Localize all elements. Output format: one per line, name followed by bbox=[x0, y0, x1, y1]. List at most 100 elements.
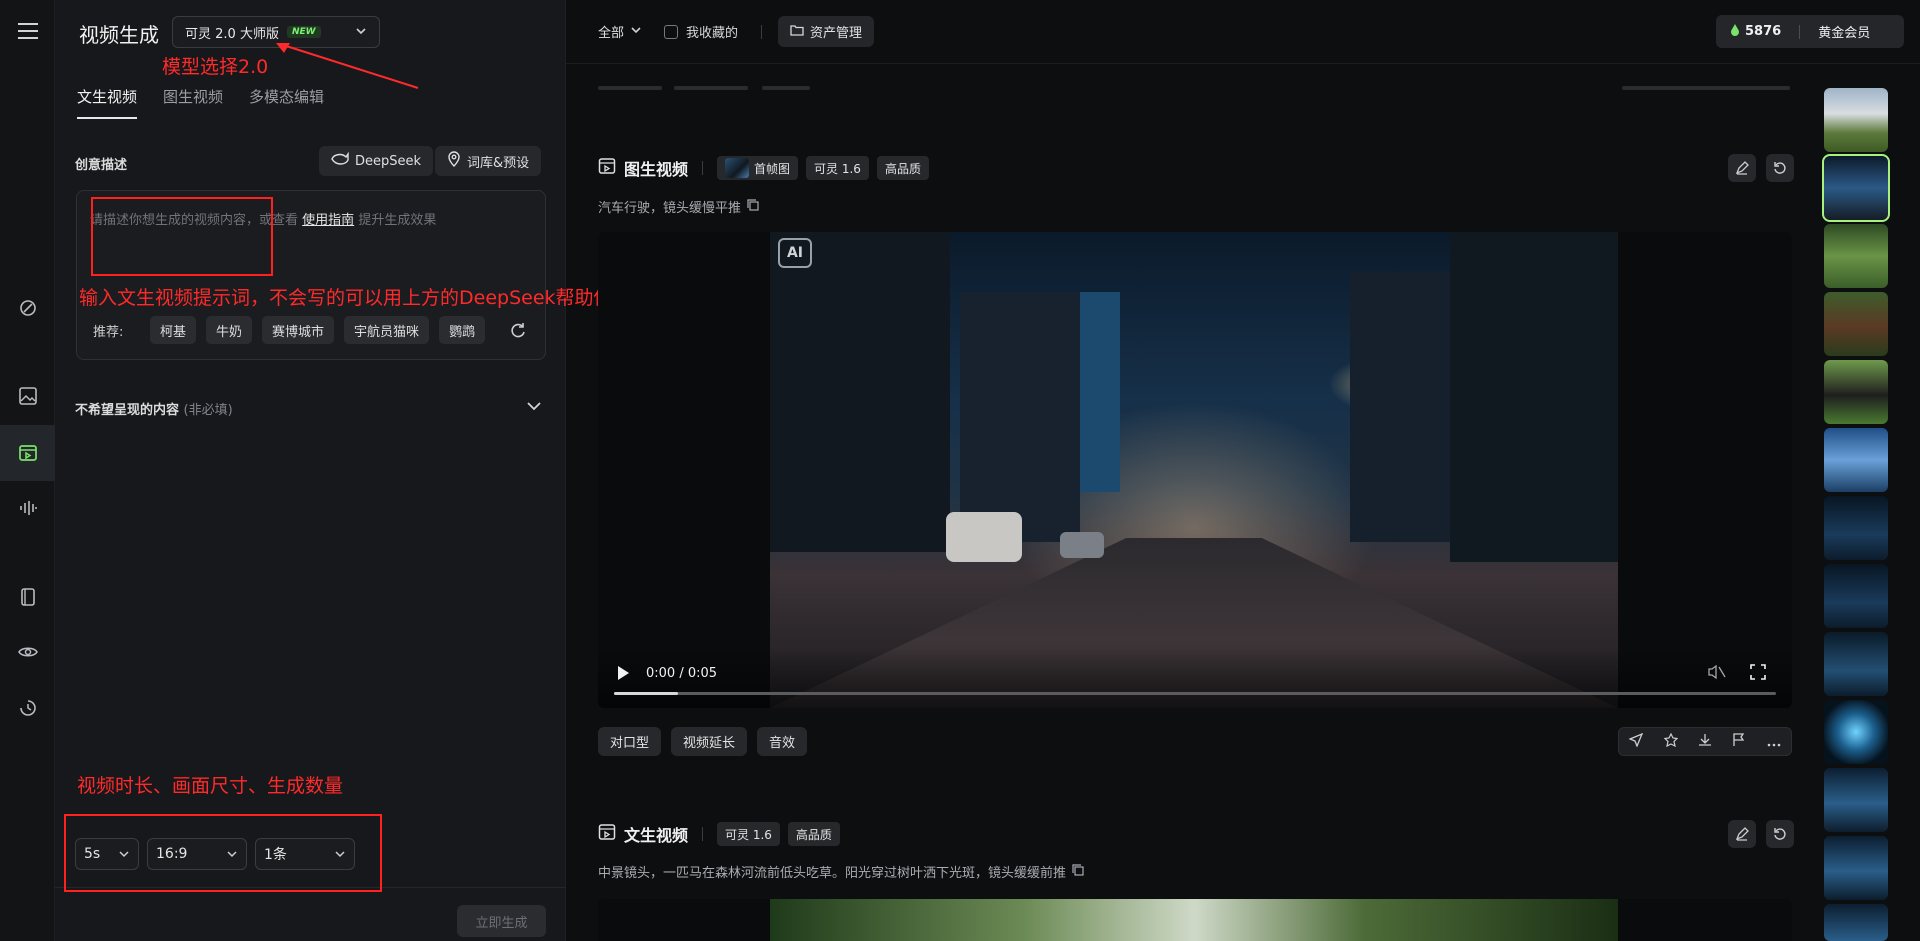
mute-icon[interactable] bbox=[1708, 664, 1726, 684]
building-right bbox=[1350, 272, 1450, 542]
video-player[interactable]: AI 0:00 / 0:05 bbox=[598, 232, 1792, 708]
tab-image-to-video[interactable]: 图生视频 bbox=[163, 86, 223, 119]
image-icon[interactable] bbox=[14, 382, 42, 410]
copy-icon[interactable] bbox=[747, 198, 759, 215]
annotation-model: 模型选择2.0 bbox=[162, 56, 269, 78]
history-thumbnail[interactable] bbox=[1824, 836, 1888, 900]
tag-quality: 高品质 bbox=[876, 156, 929, 180]
card-description: 中景镜头，一匹马在森林河流前低头吃草。阳光穿过树叶洒下光斑，镜头缓缓前推 bbox=[598, 862, 1084, 881]
left-rail bbox=[0, 0, 55, 941]
card-actions bbox=[1728, 820, 1794, 848]
building-right bbox=[1450, 232, 1618, 562]
drop-icon bbox=[1730, 23, 1740, 40]
negative-label: 不希望呈现的内容 bbox=[75, 403, 180, 418]
flag-icon[interactable] bbox=[1732, 732, 1746, 751]
annotation-box-prompt bbox=[91, 197, 273, 276]
tag-quality: 高品质 bbox=[787, 822, 840, 846]
tag-model: 可灵 1.6 bbox=[717, 822, 780, 846]
video-extend-button[interactable]: 视频延长 bbox=[671, 727, 748, 756]
send-icon[interactable] bbox=[1628, 732, 1644, 751]
video-player[interactable] bbox=[598, 899, 1792, 941]
card-title: 图生视频 bbox=[624, 160, 689, 179]
scroll-stub bbox=[762, 86, 810, 90]
scroll-stub bbox=[1622, 86, 1790, 90]
model-select-value: 可灵 2.0 大师版 bbox=[185, 26, 279, 42]
history-thumbnail[interactable] bbox=[1824, 700, 1888, 764]
video-tools bbox=[1618, 727, 1792, 756]
history-thumbnail[interactable] bbox=[1822, 154, 1890, 222]
history-thumbnail[interactable] bbox=[1824, 496, 1888, 560]
history-thumbnail[interactable] bbox=[1824, 428, 1888, 492]
book-icon[interactable] bbox=[14, 583, 42, 611]
fullscreen-icon[interactable] bbox=[1750, 664, 1766, 684]
recommend-chip[interactable]: 鹦鹉 bbox=[439, 316, 486, 344]
history-thumbnail[interactable] bbox=[1824, 360, 1888, 424]
sound-effect-button[interactable]: 音效 bbox=[757, 727, 808, 756]
edit-icon[interactable] bbox=[1728, 154, 1756, 182]
star-icon[interactable] bbox=[1663, 732, 1678, 751]
more-icon[interactable] bbox=[1767, 732, 1781, 751]
car bbox=[946, 512, 1022, 562]
description-text: 中景镜头，一匹马在森林河流前低头吃草。阳光穿过树叶洒下光斑，镜头缓缓前推 bbox=[598, 866, 1067, 881]
progress-fill bbox=[614, 692, 678, 695]
chevron-down-icon bbox=[630, 24, 642, 40]
scroll-stub bbox=[598, 86, 662, 90]
account-status[interactable]: 5876 黄金会员 bbox=[1716, 15, 1904, 48]
whale-icon bbox=[331, 151, 349, 170]
points-display: 5876 bbox=[1730, 23, 1781, 40]
recommend-chip[interactable]: 柯基 bbox=[150, 316, 197, 344]
menu-icon[interactable] bbox=[14, 17, 42, 45]
divider bbox=[761, 25, 762, 39]
asset-management-button[interactable]: 资产管理 bbox=[778, 16, 875, 47]
location-pin-icon bbox=[447, 151, 461, 171]
video-frame bbox=[770, 899, 1618, 941]
history-thumbnail[interactable] bbox=[1824, 904, 1888, 941]
history-thumbnail[interactable] bbox=[1824, 224, 1888, 288]
points-value: 5876 bbox=[1745, 24, 1782, 39]
card-description: 汽车行驶，镜头缓慢平推 bbox=[598, 197, 759, 216]
play-icon[interactable] bbox=[616, 665, 630, 685]
refresh-icon[interactable] bbox=[509, 321, 527, 343]
tag-label: 首帧图 bbox=[754, 161, 791, 176]
eye-icon[interactable] bbox=[14, 638, 42, 666]
filter-select[interactable]: 全部 bbox=[598, 22, 642, 41]
history-thumbnail[interactable] bbox=[1824, 88, 1888, 152]
favorites-checkbox[interactable] bbox=[664, 24, 678, 39]
audio-icon[interactable] bbox=[14, 494, 42, 522]
deepseek-button[interactable]: DeepSeek bbox=[319, 146, 434, 176]
regenerate-icon[interactable] bbox=[1766, 820, 1794, 848]
video-time: 0:00 / 0:05 bbox=[646, 666, 718, 681]
lip-sync-button[interactable]: 对口型 bbox=[598, 727, 662, 756]
edit-icon[interactable] bbox=[1728, 820, 1756, 848]
generate-button[interactable]: 立即生成 bbox=[457, 905, 546, 937]
download-icon[interactable] bbox=[1698, 732, 1712, 751]
history-thumbnail[interactable] bbox=[1824, 292, 1888, 356]
recommend-chip[interactable]: 牛奶 bbox=[206, 316, 253, 344]
copy-icon[interactable] bbox=[1072, 863, 1084, 880]
top-bar: 全部 我收藏的 资产管理 5876 黄金会员 bbox=[566, 0, 1920, 64]
tab-text-to-video[interactable]: 文生视频 bbox=[77, 86, 138, 119]
building-left bbox=[770, 232, 950, 552]
history-icon[interactable] bbox=[14, 694, 42, 722]
chevron-down-icon[interactable] bbox=[526, 398, 542, 418]
card-header: 图生视频 首帧图 可灵 1.6 高品质 bbox=[598, 156, 929, 180]
ai-badge: AI bbox=[778, 238, 812, 268]
magic-icon[interactable] bbox=[14, 294, 42, 322]
annotation-settings: 视频时长、画面尺寸、生成数量 bbox=[77, 775, 344, 797]
placeholder-suffix: 提升生成效果 bbox=[358, 213, 437, 228]
generation-panel: 视频生成 可灵 2.0 大师版 NEW 文生视频 图生视频 多模态编辑 创意描述… bbox=[55, 0, 566, 941]
recommend-chip[interactable]: 宇航员猫咪 bbox=[344, 316, 430, 344]
history-thumbnail[interactable] bbox=[1824, 768, 1888, 832]
video-card-icon bbox=[598, 823, 616, 845]
favorites-filter[interactable]: 我收藏的 bbox=[664, 22, 738, 41]
annotation-prompt: 输入文生视频提示词，不会写的可以用上方的DeepSeek帮助你写 bbox=[79, 287, 632, 309]
recommend-chip[interactable]: 赛博城市 bbox=[262, 316, 335, 344]
guide-link[interactable]: 使用指南 bbox=[302, 213, 354, 228]
history-thumbnail[interactable] bbox=[1824, 564, 1888, 628]
regenerate-icon[interactable] bbox=[1766, 154, 1794, 182]
library-button[interactable]: 词库&预设 bbox=[435, 146, 542, 176]
history-thumbnail[interactable] bbox=[1824, 632, 1888, 696]
video-icon[interactable] bbox=[14, 439, 42, 467]
video-progress[interactable] bbox=[614, 692, 1776, 695]
negative-prompt-toggle[interactable]: 不希望呈现的内容 (非必填) bbox=[75, 399, 233, 418]
